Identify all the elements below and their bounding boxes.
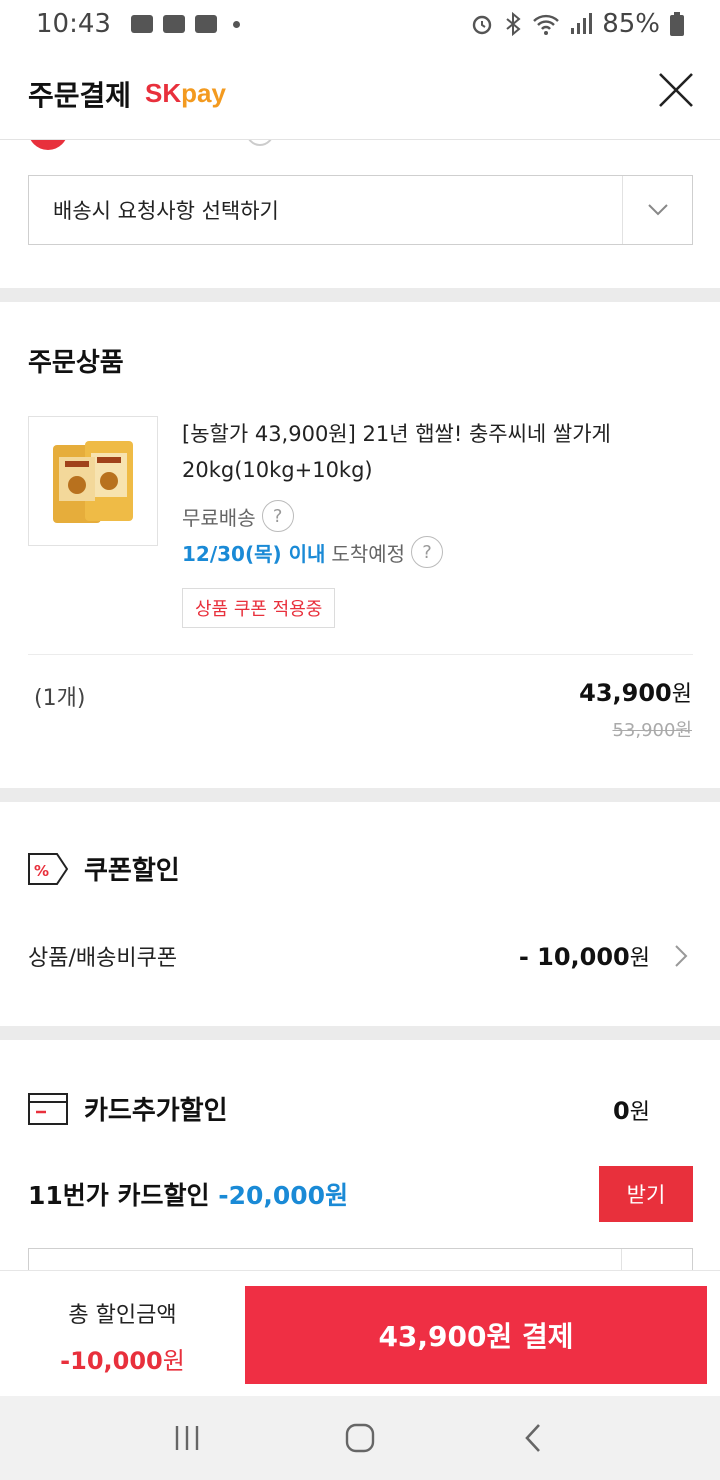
total-discount-label: 총 할인금액 — [68, 1303, 177, 1328]
order-content[interactable]: 배송시 요청사항 선택하기 주문상품 [농할가 43,900원] 21년 햅쌀!… — [0, 140, 720, 1270]
recent-apps-button[interactable] — [157, 1408, 217, 1468]
product-original-price: 53,900원 — [612, 720, 692, 741]
back-button[interactable] — [503, 1408, 563, 1468]
coupon-applied-badge: 상품 쿠폰 적용중 — [182, 588, 336, 628]
alarm-icon — [473, 15, 492, 35]
partial-radio-icon — [28, 140, 68, 150]
arrival-text: 도착예정 — [331, 541, 406, 566]
get-card-discount-button[interactable]: 받기 — [599, 1166, 693, 1222]
app-header: 주문결제 SKpay — [0, 48, 720, 140]
system-nav-bar — [0, 1396, 720, 1480]
partial-help-icon — [246, 140, 274, 146]
card-discount-offer: 11번가 카드할인 -20,000원 — [28, 1176, 348, 1212]
coupon-section-header: % 쿠폰할인 — [28, 850, 180, 887]
order-items-title: 주문상품 — [28, 348, 124, 378]
shipping-label: 무료배송 — [182, 505, 256, 530]
page-title: 주문결제 — [28, 78, 132, 112]
card-discount-value: 0원 — [613, 1097, 650, 1125]
back-icon — [525, 1424, 541, 1452]
arrival-row: 12/30(목) 이내 도착예정 ? — [182, 536, 444, 568]
svg-text:%: % — [34, 862, 49, 880]
home-button[interactable] — [330, 1408, 390, 1468]
battery-icon — [670, 12, 684, 36]
card-select-box[interactable] — [28, 1248, 693, 1270]
section-divider — [0, 788, 720, 802]
coupon-section-title: 쿠폰할인 — [84, 856, 180, 886]
chevron-right-icon[interactable] — [674, 944, 688, 968]
product-price: 43,900원 — [579, 679, 692, 707]
total-discount-value: -10,000원 — [60, 1347, 185, 1375]
delivery-request-label: 배송시 요청사항 선택하기 — [53, 199, 279, 223]
card-icon — [28, 1092, 68, 1125]
gallery-icon — [162, 15, 185, 33]
status-bar: 10:43 85% — [0, 0, 720, 48]
skpay-logo: SKpay — [145, 78, 226, 108]
card-discount-title: 카드추가할인 — [84, 1096, 228, 1126]
bluetooth-icon — [506, 12, 521, 36]
section-divider — [0, 1026, 720, 1040]
chevron-down-icon — [647, 204, 668, 216]
card-offer-label: 11번가 카드할인 — [28, 1181, 210, 1210]
close-icon — [659, 73, 693, 107]
coupon-icon: % — [28, 852, 68, 885]
wifi-icon — [533, 14, 560, 35]
section-divider — [0, 288, 720, 302]
more-notifications-icon — [232, 20, 240, 28]
card-discount-header: 카드추가할인 — [28, 1090, 228, 1127]
notification-icon — [194, 15, 217, 33]
home-icon — [345, 1423, 375, 1453]
notification-icon — [130, 15, 153, 33]
divider — [28, 654, 693, 655]
dropdown-arrow[interactable] — [622, 176, 692, 244]
shipping-row: 무료배송 ? — [182, 500, 294, 532]
product-name[interactable]: [농할가 43,900원] 21년 햅쌀! 충주씨네 쌀가게 20kg(10kg… — [182, 416, 682, 488]
product-quantity: (1개) — [34, 686, 86, 711]
product-thumbnail[interactable] — [28, 416, 158, 546]
rice-bag-image — [53, 441, 133, 523]
help-icon[interactable]: ? — [411, 536, 444, 568]
status-time: 10:43 — [36, 9, 111, 39]
delivery-request-select[interactable]: 배송시 요청사항 선택하기 — [28, 175, 693, 245]
card-offer-amount: -20,000원 — [218, 1181, 349, 1210]
pay-button[interactable]: 43,900원 결제 — [245, 1286, 707, 1384]
coupon-discount-value[interactable]: - 10,000원 — [519, 940, 650, 972]
recent-apps-icon — [175, 1426, 198, 1450]
signal-icon — [571, 13, 593, 34]
payment-bar: 총 할인금액 -10,000원 43,900원 결제 — [0, 1270, 720, 1396]
close-button[interactable] — [658, 72, 694, 108]
help-icon[interactable]: ? — [261, 500, 294, 532]
arrival-date: 12/30(목) 이내 — [182, 541, 326, 566]
coupon-row-label[interactable]: 상품/배송비쿠폰 — [28, 940, 177, 972]
battery-percent: 85% — [602, 9, 660, 39]
